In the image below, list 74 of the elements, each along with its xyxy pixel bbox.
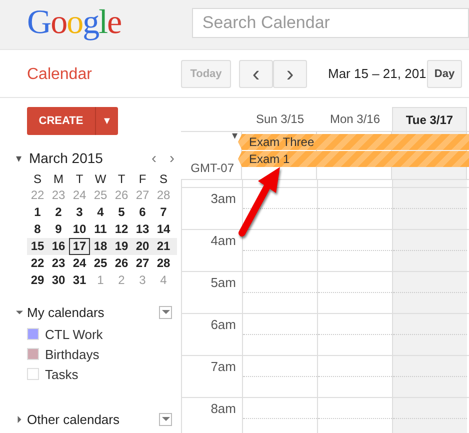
date-cell[interactable]: 15 xyxy=(27,238,48,255)
day-header[interactable]: Tue 3/17 xyxy=(392,107,467,131)
date-cell[interactable]: 31 xyxy=(69,272,90,289)
date-cell[interactable]: 13 xyxy=(132,221,153,238)
date-cell[interactable]: 22 xyxy=(27,255,48,272)
view-button[interactable]: Day xyxy=(427,60,462,88)
date-cell[interactable]: 18 xyxy=(90,238,111,255)
calendar-name[interactable]: CTL Work xyxy=(45,326,103,342)
section-title[interactable]: Other calendars xyxy=(27,412,159,426)
date-cell[interactable]: 9 xyxy=(48,221,69,238)
create-menu-button[interactable]: ▼ xyxy=(95,107,118,135)
date-cell[interactable]: 30 xyxy=(48,272,69,289)
day-header[interactable]: Sun 3/15 xyxy=(242,107,317,131)
app-title: Calendar xyxy=(26,66,93,84)
dropdown-icon[interactable] xyxy=(159,412,172,426)
date-cell[interactable]: 10 xyxy=(69,221,90,238)
color-swatch[interactable] xyxy=(27,328,39,340)
date-cell[interactable]: 12 xyxy=(111,221,132,238)
weekday-label: W xyxy=(94,172,108,186)
next-button[interactable]: › xyxy=(273,60,307,88)
date-cell[interactable]: 7 xyxy=(153,204,174,221)
collapse-toggle[interactable]: ▾ xyxy=(16,152,26,164)
date-cell[interactable]: 28 xyxy=(153,255,174,272)
date-cell[interactable]: 2 xyxy=(48,204,69,221)
weekday-label: M xyxy=(52,172,64,186)
date-cell[interactable]: 17 xyxy=(69,238,90,255)
section-title[interactable]: My calendars xyxy=(27,304,159,320)
date-cell[interactable]: 20 xyxy=(132,238,153,255)
date-cell[interactable]: 19 xyxy=(111,238,132,255)
time-label: 3am xyxy=(210,191,236,206)
month-title: March 2015 xyxy=(29,150,104,166)
create-button[interactable]: CREATE xyxy=(27,107,95,135)
calendar-name[interactable]: Birthdays xyxy=(45,346,100,362)
date-cell[interactable]: 5 xyxy=(111,204,132,221)
color-swatch[interactable] xyxy=(27,368,39,380)
calendar-name[interactable]: Tasks xyxy=(45,366,78,382)
color-swatch[interactable] xyxy=(27,348,39,360)
search-field[interactable]: Search Calendar xyxy=(192,8,469,38)
event-bar[interactable]: Exam Three xyxy=(238,134,469,150)
date-cell[interactable]: 27 xyxy=(132,255,153,272)
dropdown-icon[interactable] xyxy=(159,306,172,318)
weekday-label: T xyxy=(74,172,84,186)
previous-button[interactable]: ‹ xyxy=(239,60,273,88)
date-cell[interactable]: 8 xyxy=(27,221,48,238)
date-cell[interactable]: 11 xyxy=(90,221,111,238)
date-cell[interactable]: 23 xyxy=(48,255,69,272)
google-logo[interactable]: Google xyxy=(27,4,192,40)
timezone-label: GMT-07 xyxy=(190,161,234,175)
date-cell[interactable]: 26 xyxy=(111,255,132,272)
event-bar[interactable]: Exam 1 xyxy=(238,151,469,167)
collapse-toggle[interactable]: ▾ xyxy=(232,129,238,142)
weekday-label: T xyxy=(116,172,126,186)
date-cell[interactable]: 3 xyxy=(69,204,90,221)
date-cell[interactable]: 14 xyxy=(153,221,174,238)
date-cell[interactable]: 21 xyxy=(153,238,174,255)
weekday-label: S xyxy=(32,172,42,186)
date-range: Mar 15 – 21, 201 xyxy=(328,66,426,81)
date-cell[interactable]: 6 xyxy=(132,204,153,221)
previous-month-button[interactable]: ‹ xyxy=(145,150,163,166)
time-label: 7am xyxy=(210,359,236,374)
date-cell[interactable]: 24 xyxy=(69,255,90,272)
date-cell[interactable]: 4 xyxy=(90,204,111,221)
time-label: 5am xyxy=(210,275,236,290)
date-cell[interactable]: 1 xyxy=(27,204,48,221)
next-month-button[interactable]: › xyxy=(163,150,181,166)
time-label: 8am xyxy=(210,401,236,416)
weekday-label: S xyxy=(158,172,168,186)
date-cell[interactable]: 16 xyxy=(48,238,69,255)
date-cell[interactable]: 25 xyxy=(90,255,111,272)
weekday-label: F xyxy=(138,172,148,186)
date-cell[interactable]: 29 xyxy=(27,272,48,289)
time-label: 4am xyxy=(210,233,236,248)
time-label: 6am xyxy=(210,317,236,332)
day-header[interactable]: Mon 3/16 xyxy=(317,107,392,131)
